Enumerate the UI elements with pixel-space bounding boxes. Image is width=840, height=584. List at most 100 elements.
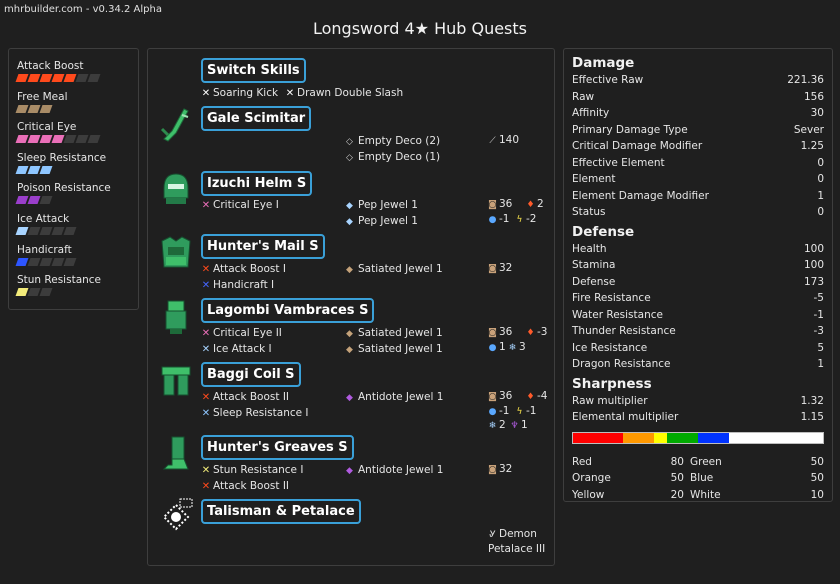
legs-deco-1[interactable]: ◆ Antidote Jewel 1	[344, 464, 443, 478]
sharpness-number: 50	[810, 472, 824, 484]
skill-entry[interactable]: Sleep Resistance	[15, 152, 138, 183]
shield-icon: ◙	[488, 264, 497, 274]
skill-entry[interactable]: Stun Resistance	[15, 274, 138, 305]
chest-skill-2: ✕ Handicraft I	[201, 279, 275, 291]
damage-row: Primary Damage Type Sever	[572, 122, 824, 139]
skill-icon: ✕	[201, 481, 211, 492]
skill-pip	[15, 135, 29, 144]
defense-row-label: Defense	[572, 275, 616, 288]
shield-icon: ◙	[488, 200, 497, 210]
legs-slot[interactable]: Hunter's Greaves S	[201, 435, 354, 460]
skill-entry[interactable]: Critical Eye	[15, 121, 138, 152]
defense-row-label: Dragon Resistance	[572, 358, 671, 370]
helm-deco-1[interactable]: ◆ Pep Jewel 1	[344, 199, 418, 213]
defense-row: Ice Resistance 5	[572, 340, 824, 357]
legs-skill-1: ✕ Stun Resistance I	[201, 464, 304, 476]
skill-name: Free Meal	[17, 90, 68, 103]
equipment-panel: Switch Skills ✕ Soaring Kick ✕ Drawn Doubl…	[147, 48, 555, 566]
skill-level-pips	[15, 288, 138, 297]
defense-row-label: Ice Resistance	[572, 341, 648, 354]
skill-entry[interactable]: Free Meal	[15, 90, 138, 122]
skill-name: Poison Resistance	[17, 182, 111, 195]
app-version: mhrbuilder.com - v0.34.2 Alpha	[4, 4, 162, 15]
sharpness-bar	[572, 431, 824, 444]
skill-pip	[27, 257, 41, 266]
sharpness-mod-row: Raw multiplier 1.32	[572, 393, 824, 410]
damage-row-value: 0	[817, 173, 824, 185]
skill-icon: ✕	[201, 264, 211, 275]
skill-pip	[39, 257, 53, 266]
skill-level-pips	[15, 165, 138, 174]
defense-row: Stamina 100	[572, 257, 824, 274]
helm-deco-2[interactable]: ◆ Pep Jewel 1	[344, 215, 418, 229]
water-icon: ●	[488, 215, 497, 225]
damage-row: Element Damage Modifier 1	[572, 188, 824, 205]
waist-deco-1[interactable]: ◆ Antidote Jewel 1	[344, 391, 443, 405]
sharpness-number: 20	[670, 488, 684, 501]
damage-row-label: Primary Damage Type	[572, 123, 688, 136]
arms-deco-1[interactable]: ◆ Satiated Jewel 1	[344, 327, 443, 341]
helm-fire: ♦ 2	[526, 198, 544, 210]
skill-pip	[63, 226, 77, 235]
weapon-deco-2[interactable]: ◇ Empty Deco (1)	[344, 151, 440, 165]
defense-row-label: Thunder Resistance	[572, 325, 676, 337]
stats-panel: Damage Effective Raw 221.36 Raw 156 Affinity…	[563, 48, 833, 502]
sharpness-mod-row-value: 1.32	[800, 394, 824, 407]
defense-row-label: Stamina	[572, 259, 616, 271]
sharpness-value-white: White 10	[690, 487, 824, 504]
defense-row: Dragon Resistance 1	[572, 356, 824, 373]
skill-icon: ✕	[201, 280, 211, 291]
skill-name: Stun Resistance	[17, 274, 102, 287]
sharpness-heading: Sharpness	[572, 375, 652, 392]
longsword-icon	[160, 108, 189, 142]
defense-row: Defense 173	[572, 274, 824, 291]
jewel-icon: ◆	[346, 345, 353, 355]
damage-heading: Damage	[572, 55, 635, 71]
weapon-deco-1[interactable]: ◇ Empty Deco (2)	[344, 135, 440, 149]
sharpness-number: 80	[670, 455, 684, 468]
waist-dragon: ♆ 1	[510, 419, 528, 431]
defense-heading: Defense	[572, 223, 635, 240]
skill-entry[interactable]: Ice Attack	[15, 213, 138, 244]
skill-level-pips	[15, 196, 138, 205]
waist-skill-2: ✕ Sleep Resistance I	[201, 407, 309, 419]
sharpness-number: 50	[670, 472, 684, 484]
defense-row-value: 173	[803, 275, 824, 288]
sharpness-mod-row-label: Elemental multiplier	[572, 411, 679, 423]
damage-row: Element 0	[572, 171, 824, 188]
chest-slot[interactable]: Hunter's Mail S	[201, 234, 325, 259]
sharpness-label: Orange	[572, 472, 611, 484]
skill-pip	[27, 135, 41, 144]
skill-entry[interactable]: Handicraft	[15, 244, 138, 275]
defense-row: Thunder Resistance -3	[572, 323, 824, 340]
damage-row-value: 156	[803, 90, 824, 103]
helm-slot[interactable]: Izuchi Helm S	[201, 171, 313, 196]
arms-slot[interactable]: Lagombi Vambraces S	[201, 298, 375, 323]
chest-deco-1[interactable]: ◆ Satiated Jewel 1	[344, 263, 443, 277]
talisman-slot[interactable]: Talisman & Petalace	[201, 499, 361, 524]
sharpness-segment-yellow	[654, 432, 667, 443]
skill-name: Critical Eye	[17, 121, 77, 134]
petalace-line-2: Petalace III	[488, 543, 546, 555]
skills-panel: Attack Boost Free Meal Critical Eye Sleep R…	[8, 48, 139, 310]
skill-entry[interactable]: Attack Boost	[15, 60, 138, 91]
weapon-slot[interactable]: Gale Scimitar	[201, 106, 312, 131]
skill-entry[interactable]: Poison Resistance	[15, 182, 138, 213]
jewel-icon: ◆	[346, 217, 353, 227]
sharpness-mod-row-value: 1.15	[800, 411, 824, 423]
sharpness-value-red: Red 80	[572, 454, 690, 471]
defense-list: Health 100 Stamina 100 Defense 173 Fire Resist…	[572, 241, 824, 373]
arms-deco-2[interactable]: ◆ Satiated Jewel 1	[344, 343, 443, 357]
defense-row: Health 100	[572, 241, 824, 258]
sharpness-label: White	[690, 488, 721, 501]
switch-skills-button[interactable]: Switch Skills	[201, 58, 306, 83]
arms-defense: ◙ 36	[488, 326, 513, 338]
ice-icon: ❄	[488, 421, 497, 431]
arms-skill-2: ✕ Ice Attack I	[201, 343, 272, 355]
damage-row-label: Element	[572, 173, 616, 185]
sharpness-label: Red	[572, 455, 592, 468]
talisman-icon	[162, 498, 193, 531]
skill-level-pips	[15, 135, 138, 144]
helm-icon	[163, 173, 189, 204]
waist-slot[interactable]: Baggi Coil S	[201, 362, 301, 387]
